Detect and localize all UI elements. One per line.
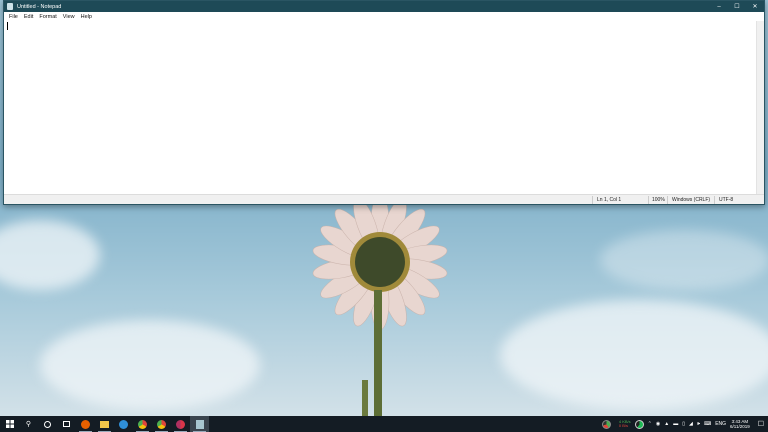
language-indicator[interactable]: ENG: [715, 421, 726, 427]
firefox-icon: [81, 419, 90, 429]
notepad-icon: [195, 419, 204, 429]
clock[interactable]: 3:43 AM 6/11/2019: [730, 419, 750, 429]
start-button[interactable]: [0, 416, 19, 432]
search-button[interactable]: ⚲: [19, 416, 38, 432]
taskbar-app-chrome-1[interactable]: [133, 416, 152, 432]
search-icon: ⚲: [25, 421, 32, 428]
cloud: [0, 220, 100, 290]
close-button[interactable]: ✕: [746, 1, 764, 12]
menu-edit[interactable]: Edit: [21, 14, 36, 20]
system-tray: 4 KB/s 0 B/s ⌃ ◉ ▲ ▬ ▯ ◢ 🕪 ⌨ ENG 3:43 AM…: [601, 416, 768, 432]
taskbar-app-blue[interactable]: [114, 416, 133, 432]
title-bar[interactable]: Untitled - Notepad – ☐ ✕: [4, 1, 764, 12]
text-caret: [7, 22, 8, 30]
menu-file[interactable]: File: [6, 14, 21, 20]
task-view-icon: [63, 421, 70, 427]
cortana-button[interactable]: [38, 416, 57, 432]
zoom-level: 100%: [652, 197, 665, 203]
window-title: Untitled - Notepad: [17, 3, 62, 10]
chrome-icon: [138, 419, 147, 429]
text-editor[interactable]: [4, 21, 756, 195]
menu-help[interactable]: Help: [78, 14, 95, 20]
app-icon: [119, 419, 128, 429]
show-hidden-icons-chevron-icon[interactable]: ⌃: [648, 421, 652, 427]
taskbar-app-firefox[interactable]: [76, 416, 95, 432]
menu-view[interactable]: View: [60, 14, 78, 20]
notepad-window: Untitled - Notepad – ☐ ✕ File Edit Forma…: [3, 0, 765, 205]
network-down: 0 B/s: [618, 423, 628, 428]
chrome-icon: [157, 419, 166, 429]
minimize-button[interactable]: –: [710, 1, 728, 12]
cortana-icon: [44, 420, 51, 428]
menu-format[interactable]: Format: [36, 14, 59, 20]
memory-meter-icon[interactable]: [634, 419, 644, 429]
cloud: [500, 300, 768, 410]
vertical-scrollbar[interactable]: [756, 21, 764, 195]
taskbar-app-chrome-3[interactable]: [171, 416, 190, 432]
encoding: UTF-8: [719, 197, 734, 203]
taskbar-app-file-explorer[interactable]: [95, 416, 114, 432]
taskbar-app-notepad[interactable]: [190, 416, 209, 432]
menu-bar: File Edit Format View Help: [4, 12, 764, 21]
windows-icon: [5, 420, 14, 428]
cursor-position: Ln 1, Col 1: [597, 197, 622, 203]
steam-icon[interactable]: ◉: [656, 421, 660, 427]
clock-date: 6/11/2019: [730, 424, 750, 429]
battery-icon[interactable]: ▯: [682, 421, 685, 427]
volume-icon[interactable]: 🕪: [697, 421, 700, 427]
wallpaper-flower: [311, 200, 449, 416]
chrome-icon: [176, 419, 185, 429]
cloud: [40, 320, 260, 410]
status-bar: Ln 1, Col 1 100% Windows (CRLF) UTF-8: [4, 194, 764, 204]
maximize-button[interactable]: ☐: [728, 1, 746, 12]
notepad-icon: [7, 3, 13, 10]
taskbar: ⚲ 4 KB/s 0 B/s ⌃ ◉ ▲ ▬ ▯ ◢ 🕪 ⌨ ENG 3:43 …: [0, 416, 768, 432]
cpu-meter-icon[interactable]: [601, 419, 611, 429]
keyboard-icon[interactable]: ⌨: [704, 421, 711, 427]
folder-icon: [100, 420, 109, 428]
cloud: [600, 230, 768, 290]
task-view-button[interactable]: [57, 416, 76, 432]
tray-app-icon[interactable]: ▬: [673, 421, 678, 427]
action-center-icon[interactable]: ☐: [758, 420, 764, 428]
dropbox-icon[interactable]: ▲: [664, 421, 669, 427]
network-icon[interactable]: ◢: [689, 421, 693, 427]
line-ending: Windows (CRLF): [672, 197, 711, 203]
taskbar-app-chrome-2[interactable]: [152, 416, 171, 432]
